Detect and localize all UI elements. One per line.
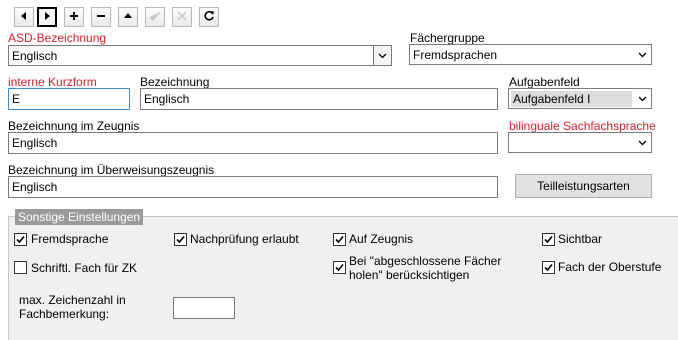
- aufgabenfeld-select-value: Aufgabenfeld I: [511, 91, 632, 107]
- checkmark-icon: [335, 263, 344, 272]
- zeugnis-label: Bezeichnung im Zeugnis: [8, 119, 140, 133]
- teilleistungsarten-button[interactable]: Teilleistungsarten: [515, 174, 652, 198]
- asd-select[interactable]: Englisch: [8, 45, 392, 66]
- confirm-button[interactable]: [145, 7, 165, 27]
- x-icon: [177, 10, 187, 24]
- cancel-button[interactable]: [172, 7, 192, 27]
- bilingual-label: bilinguale Sachfachsprache: [509, 119, 656, 133]
- chevron-down-icon[interactable]: [373, 46, 391, 65]
- checkmark-icon: [176, 235, 185, 244]
- fremdsprache-checkbox[interactable]: [14, 233, 27, 246]
- auf-zeugnis-label: Auf Zeugnis: [349, 232, 414, 246]
- checkmark-icon: [335, 235, 344, 244]
- checkmark-icon: [16, 235, 25, 244]
- auf-zeugnis-checkbox[interactable]: [333, 233, 346, 246]
- triangle-left-icon: [19, 10, 29, 24]
- minus-icon: [96, 10, 106, 24]
- bilingual-select[interactable]: [508, 132, 652, 153]
- faechergruppe-select-value: Fremdsprachen: [413, 48, 498, 62]
- abgeschlossene-label-line1: Bei "abgeschlossene Fächer: [349, 254, 502, 268]
- faechergruppe-label: Fächergruppe: [410, 31, 485, 45]
- nachpruefung-checkbox[interactable]: [174, 233, 187, 246]
- bezeichnung-label: Bezeichnung: [140, 75, 210, 89]
- asd-select-value: Englisch: [12, 49, 58, 63]
- asd-label: ASD-Bezeichnung: [8, 31, 107, 45]
- checkmark-icon: [544, 235, 553, 244]
- delete-record-button[interactable]: [91, 7, 111, 27]
- triangle-right-icon: [42, 10, 52, 24]
- zeichenzahl-input[interactable]: [173, 297, 235, 319]
- ueberweisung-input[interactable]: Englisch: [8, 176, 498, 198]
- schriftl-fach-label: Schriftl. Fach für ZK: [31, 261, 138, 275]
- zeichenzahl-label-line1: max. Zeichenzahl in: [19, 293, 126, 307]
- chevron-down-icon[interactable]: [634, 45, 651, 64]
- zeichenzahl-label-line2: Fachbemerkung:: [19, 307, 110, 321]
- bezeichnung-input[interactable]: Englisch: [140, 88, 498, 110]
- oberstufe-checkbox[interactable]: [542, 261, 555, 274]
- previous-record-button[interactable]: [14, 7, 34, 27]
- oberstufe-label: Fach der Oberstufe: [558, 260, 662, 274]
- ueberweisung-label: Bezeichnung im Überweisungszeugnis: [8, 163, 215, 177]
- refresh-button[interactable]: [199, 7, 219, 27]
- aufgabenfeld-select[interactable]: Aufgabenfeld I: [508, 88, 652, 109]
- sichtbar-checkbox[interactable]: [542, 233, 555, 246]
- triangle-up-icon: [123, 10, 133, 24]
- chevron-down-icon[interactable]: [634, 133, 651, 152]
- add-record-button[interactable]: [64, 7, 84, 27]
- schriftl-fach-checkbox[interactable]: [14, 261, 27, 274]
- kurzform-input[interactable]: E: [8, 88, 130, 110]
- next-record-button[interactable]: [37, 7, 57, 27]
- kurzform-label: interne Kurzform: [8, 75, 97, 89]
- checkmark-icon: [149, 10, 161, 24]
- nachpruefung-label: Nachprüfung erlaubt: [190, 232, 299, 246]
- sichtbar-label: Sichtbar: [558, 232, 603, 246]
- zeugnis-input[interactable]: Englisch: [8, 132, 498, 154]
- checkmark-icon: [544, 263, 553, 272]
- faechergruppe-select[interactable]: Fremdsprachen: [409, 44, 652, 65]
- plus-icon: [69, 10, 79, 24]
- abgeschlossene-checkbox[interactable]: [333, 261, 346, 274]
- chevron-down-icon[interactable]: [634, 89, 651, 108]
- fremdsprache-label: Fremdsprache: [31, 232, 109, 246]
- refresh-icon: [203, 10, 215, 25]
- move-up-button[interactable]: [118, 7, 138, 27]
- abgeschlossene-label-line2: holen" berücksichtigen: [349, 268, 470, 282]
- aufgabenfeld-label: Aufgabenfeld: [509, 75, 580, 89]
- group-title: Sonstige Einstellungen: [15, 209, 144, 225]
